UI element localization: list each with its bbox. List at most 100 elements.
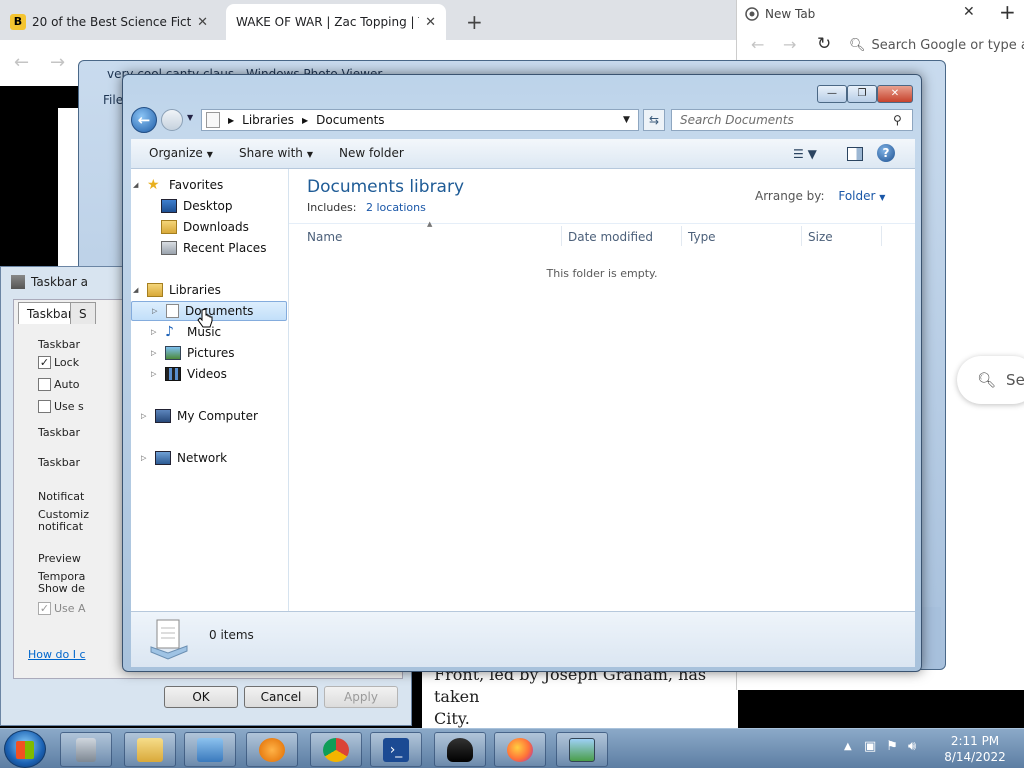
computer-tower-icon [76, 737, 96, 762]
omnibox-placeholder: Search Google or type a [871, 37, 1024, 53]
checkbox-label: Use s [54, 400, 84, 413]
item-count: 0 items [209, 628, 254, 642]
pictures-icon [165, 346, 181, 360]
column-date-modified[interactable]: Date modified [568, 230, 653, 244]
cancel-button[interactable]: Cancel [244, 686, 318, 708]
lock-taskbar-checkbox[interactable]: ✓ [38, 356, 51, 369]
column-type[interactable]: Type [688, 230, 716, 244]
minimize-button[interactable]: — [817, 85, 847, 103]
nav-network[interactable]: ▷ Network [141, 448, 227, 468]
documents-icon [166, 304, 179, 318]
taskbar-computer-button[interactable] [60, 732, 112, 767]
chevron-down-icon: ▼ [206, 150, 213, 159]
column-divider[interactable] [681, 226, 682, 246]
taskbar-control-panel-button[interactable] [184, 732, 236, 767]
column-divider[interactable] [801, 226, 802, 246]
google-search-box[interactable]: 🔍︎ Se [957, 356, 1024, 404]
back-arrow-icon[interactable]: ← [14, 52, 29, 73]
nav-libraries[interactable]: ◢ Libraries [133, 280, 221, 300]
nav-label: My Computer [177, 409, 258, 423]
tab-close-icon[interactable]: ✕ [425, 15, 436, 30]
tray-app-icon[interactable]: ▣ [864, 739, 876, 754]
back-button[interactable]: ← [131, 107, 157, 133]
arrange-dropdown[interactable]: Folder ▼ [838, 189, 885, 203]
show-hidden-icons-chevron-icon[interactable]: ▲ [844, 741, 852, 752]
new-tab-plus-icon[interactable]: + [999, 0, 1016, 24]
forward-button[interactable] [161, 109, 183, 131]
help-icon[interactable]: ? [877, 144, 895, 162]
preview-pane-icon[interactable] [847, 147, 863, 161]
tab-close-icon[interactable]: ✕ [197, 15, 208, 30]
address-bar[interactable]: ▶ Libraries ▶ Documents [201, 109, 639, 131]
locations-link[interactable]: 2 locations [366, 201, 426, 214]
collapse-arrow-icon[interactable]: ◢ [133, 286, 141, 294]
start-button[interactable] [4, 730, 46, 768]
reload-icon[interactable]: ↻ [817, 34, 831, 54]
column-size[interactable]: Size [808, 230, 833, 244]
new-folder-button[interactable]: New folder [339, 146, 404, 160]
maximize-button[interactable]: ❐ [847, 85, 877, 103]
column-divider[interactable] [561, 226, 562, 246]
taskbar-photo-viewer-button[interactable] [556, 732, 608, 767]
ok-button[interactable]: OK [164, 686, 238, 708]
clock[interactable]: 2:11 PM 8/14/2022 [936, 733, 1014, 765]
breadcrumb-libraries[interactable]: Libraries [242, 113, 294, 127]
expand-arrow-icon[interactable]: ▷ [151, 370, 159, 378]
refresh-button[interactable]: ⇆ [643, 109, 665, 131]
expand-arrow-icon[interactable]: ▷ [152, 307, 160, 315]
small-icons-checkbox[interactable] [38, 400, 51, 413]
close-button[interactable]: ✕ [877, 85, 913, 103]
change-view-icon[interactable]: ☰ ▼ [793, 147, 817, 161]
expand-arrow-icon[interactable]: ▷ [151, 328, 159, 336]
browser-tab-1[interactable]: B 20 of the Best Science Fiction Bo ✕ [0, 4, 218, 40]
nav-downloads[interactable]: Downloads [161, 217, 249, 237]
library-icon [206, 112, 220, 128]
organize-button[interactable]: Organize ▼ [149, 146, 213, 160]
taskbar-chrome-button[interactable] [310, 732, 362, 767]
nav-recent-places[interactable]: Recent Places [161, 238, 266, 258]
taskbar-firefox-button[interactable] [494, 732, 546, 767]
back-arrow-icon[interactable]: ← [751, 35, 764, 54]
breadcrumb-documents[interactable]: Documents [316, 113, 384, 127]
taskbar-media-player-button[interactable] [246, 732, 298, 767]
tab-close-icon[interactable]: ✕ [963, 4, 975, 20]
autohide-checkbox[interactable] [38, 378, 51, 391]
browser2-tab[interactable]: New Tab [745, 0, 985, 28]
share-with-button[interactable]: Share with ▼ [239, 146, 313, 160]
use-aero-checkbox[interactable]: ✓ [38, 602, 51, 615]
address-dropdown-icon[interactable]: ▼ [623, 115, 630, 125]
downloads-folder-icon [161, 220, 177, 234]
forward-arrow-icon[interactable]: → [783, 35, 796, 54]
computer-icon [155, 409, 171, 423]
new-tab-plus-icon[interactable]: + [456, 8, 482, 36]
nav-favorites[interactable]: ◢ ★ Favorites [133, 175, 223, 195]
browser-tab-2[interactable]: WAKE OF WAR | Zac Topping | Tor/F ✕ [226, 4, 446, 40]
taskbar-help-link[interactable]: How do I c [28, 648, 86, 661]
taskbar-inkscape-button[interactable] [434, 732, 486, 767]
clock-date: 8/14/2022 [944, 750, 1006, 764]
taskbar-powershell-button[interactable]: ›_ [370, 732, 422, 767]
nav-my-computer[interactable]: ▷ My Computer [141, 406, 258, 426]
chevron-down-icon: ▼ [879, 193, 886, 202]
forward-arrow-icon[interactable]: → [50, 52, 65, 73]
photo-viewer-file-menu[interactable]: File [103, 93, 123, 107]
collapse-arrow-icon[interactable]: ◢ [133, 181, 141, 189]
search-icon[interactable]: ⚲ [893, 113, 902, 127]
taskbar-explorer-button[interactable] [124, 732, 176, 767]
expand-arrow-icon[interactable]: ▷ [141, 454, 149, 462]
volume-icon[interactable]: 🔊︎ [908, 739, 916, 754]
expand-arrow-icon[interactable]: ▷ [141, 412, 149, 420]
action-center-flag-icon[interactable]: ⚑ [886, 739, 898, 754]
column-divider[interactable] [881, 226, 882, 246]
expand-arrow-icon[interactable]: ▷ [151, 349, 159, 357]
apply-button[interactable]: Apply [324, 686, 398, 708]
nav-pictures[interactable]: ▷ Pictures [151, 343, 235, 363]
column-name[interactable]: Name [307, 230, 342, 244]
arrange-value: Folder [838, 189, 876, 203]
nav-desktop[interactable]: Desktop [161, 196, 233, 216]
recent-pages-dropdown-icon[interactable]: ▼ [187, 113, 193, 122]
tab-start-menu[interactable]: S [70, 302, 96, 324]
search-input[interactable]: Search Documents [671, 109, 913, 131]
nav-videos[interactable]: ▷ Videos [151, 364, 227, 384]
omnibox-input[interactable]: 🔍︎ Search Google or type a [849, 34, 1024, 56]
